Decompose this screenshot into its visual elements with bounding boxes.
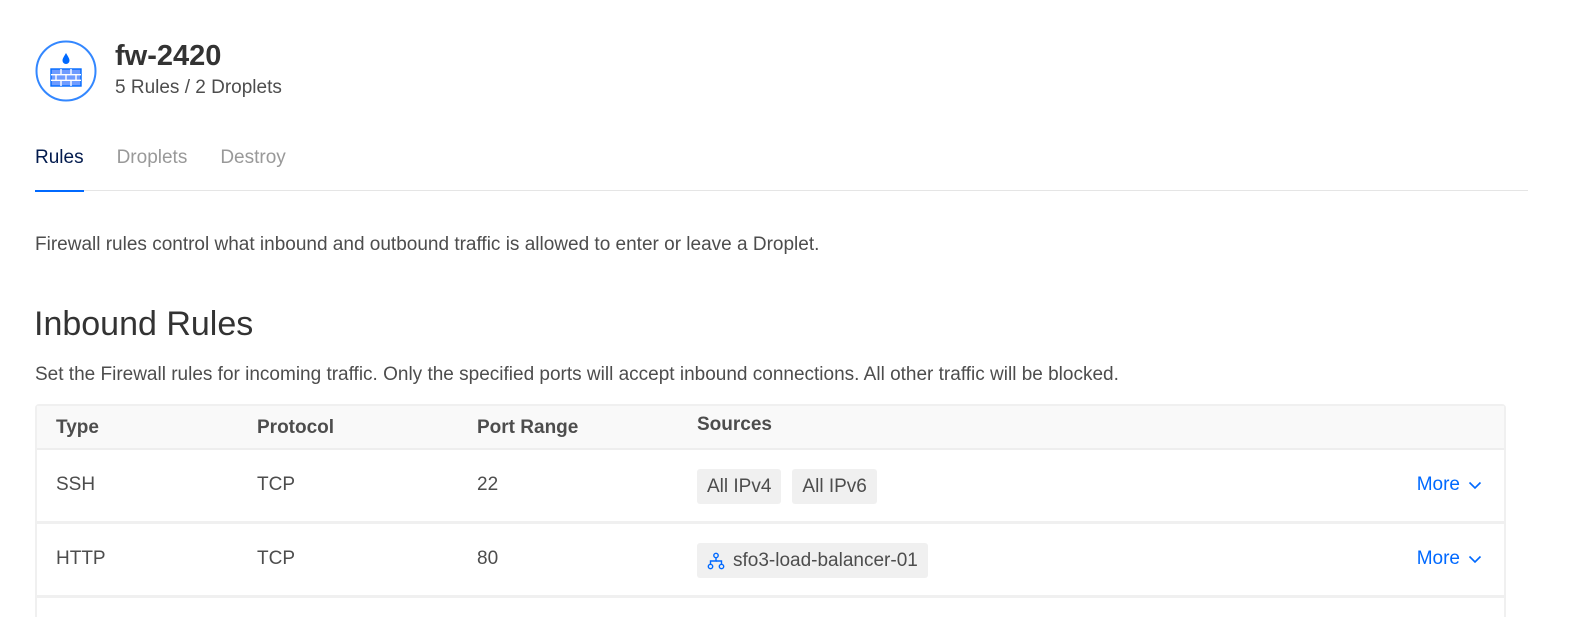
table-header: Type Protocol Port Range Sources	[37, 406, 1504, 450]
table-row: HTTP TCP 80 sfo3-load-balancer-01 More	[37, 524, 1504, 598]
load-balancer-icon	[707, 552, 725, 569]
more-label: More	[1416, 548, 1460, 569]
rules-intro: Firewall rules control what inbound and …	[35, 234, 820, 255]
source-chip[interactable]: All IPv6	[792, 469, 877, 504]
chevron-down-icon	[1468, 555, 1482, 563]
firewall-header: fw-2420 5 Rules / 2 Droplets	[35, 40, 282, 102]
column-header-type: Type	[56, 417, 99, 438]
source-chip[interactable]: All IPv4	[697, 469, 782, 504]
firewall-name: fw-2420	[115, 40, 222, 72]
rule-port-range: 80	[477, 548, 499, 569]
rule-sources: sfo3-load-balancer-01	[697, 543, 939, 578]
rule-type: SSH	[56, 474, 96, 495]
column-header-sources: Sources	[697, 414, 772, 435]
more-label: More	[1416, 474, 1460, 495]
chevron-down-icon	[1468, 481, 1482, 489]
table-row: SSH TCP 22 All IPv4 All IPv6 More	[37, 450, 1504, 524]
tab-bar: Rules Droplets Destroy	[35, 140, 1528, 192]
inbound-rules-heading: Inbound Rules	[34, 305, 254, 343]
header-text: fw-2420 5 Rules / 2 Droplets	[115, 40, 282, 99]
column-header-port-range: Port Range	[477, 417, 579, 438]
more-button[interactable]: More	[1417, 474, 1482, 496]
rule-protocol: TCP	[257, 474, 295, 495]
inbound-rules-description: Set the Firewall rules for incoming traf…	[35, 364, 1119, 385]
inbound-rules-table: Type Protocol Port Range Sources SSH TCP…	[35, 404, 1506, 617]
rule-port-range: 22	[477, 474, 499, 495]
tab-destroy[interactable]: Destroy	[220, 140, 285, 191]
firewall-icon	[35, 40, 97, 102]
rule-protocol: TCP	[257, 548, 295, 569]
tab-droplets[interactable]: Droplets	[117, 140, 188, 191]
more-button[interactable]: More	[1417, 548, 1482, 570]
rule-type: HTTP	[56, 548, 106, 569]
source-chip[interactable]: sfo3-load-balancer-01	[697, 543, 928, 578]
firewall-summary: 5 Rules / 2 Droplets	[115, 77, 282, 98]
rule-sources: All IPv4 All IPv6	[697, 469, 888, 504]
column-header-protocol: Protocol	[257, 417, 335, 438]
tab-rules[interactable]: Rules	[35, 140, 84, 192]
source-chip-label: sfo3-load-balancer-01	[733, 549, 918, 571]
